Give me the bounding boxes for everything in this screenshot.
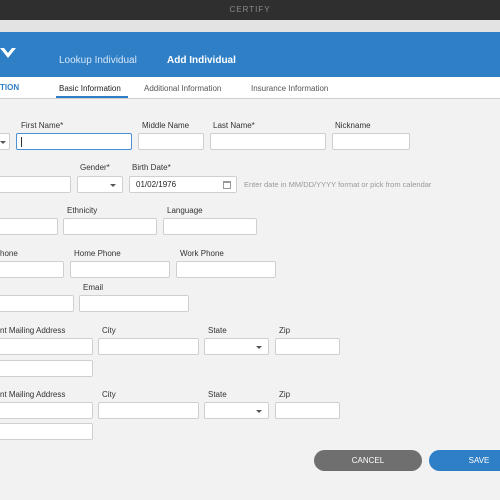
section-label: TION bbox=[0, 83, 20, 92]
work-phone-input[interactable] bbox=[176, 261, 276, 278]
title-spacer bbox=[0, 20, 500, 32]
tab-lookup-individual[interactable]: Lookup Individual bbox=[59, 55, 137, 66]
address-line2-input-1[interactable] bbox=[0, 360, 93, 377]
gender-select[interactable] bbox=[77, 176, 123, 193]
state-label-2: State bbox=[208, 390, 227, 399]
address-line1-input-1[interactable] bbox=[0, 338, 93, 355]
state-select-2[interactable] bbox=[204, 402, 269, 419]
tab-add-individual[interactable]: Add Individual bbox=[167, 55, 236, 66]
sub-navigation: TION Basic Information Additional Inform… bbox=[0, 77, 500, 99]
form-body: First Name* Middle Name Last Name* Nickn… bbox=[0, 99, 500, 500]
middle-name-input[interactable] bbox=[138, 133, 204, 150]
chevron-down-icon bbox=[0, 141, 6, 144]
add-individual-window: CERTIFY Lookup Individual Add Individual… bbox=[0, 0, 500, 500]
address-line1-input-2[interactable] bbox=[0, 402, 93, 419]
tab-additional-information[interactable]: Additional Information bbox=[144, 84, 221, 93]
race-input[interactable] bbox=[0, 218, 58, 235]
active-tab-indicator bbox=[56, 96, 128, 98]
last-name-label: Last Name* bbox=[213, 121, 255, 130]
chevron-down-icon bbox=[256, 410, 262, 413]
ethnicity-label: Ethnicity bbox=[67, 206, 98, 215]
state-select-1[interactable] bbox=[204, 338, 269, 355]
city-label-2: City bbox=[102, 390, 116, 399]
address-line2-input-2[interactable] bbox=[0, 423, 93, 440]
email-input[interactable] bbox=[79, 295, 189, 312]
ethnicity-input[interactable] bbox=[63, 218, 157, 235]
text-cursor bbox=[21, 137, 22, 147]
state-label-1: State bbox=[208, 326, 227, 335]
suffix-input[interactable] bbox=[0, 176, 71, 193]
cell-phone-label: hone bbox=[0, 249, 18, 258]
chevron-down-icon bbox=[110, 184, 116, 187]
birth-date-input[interactable]: 01/02/1976 bbox=[129, 176, 237, 193]
language-input[interactable] bbox=[163, 218, 257, 235]
calendar-icon[interactable] bbox=[223, 181, 231, 189]
zip-input-2[interactable] bbox=[275, 402, 340, 419]
tab-insurance-information[interactable]: Insurance Information bbox=[251, 84, 328, 93]
tab-basic-information[interactable]: Basic Information bbox=[59, 84, 121, 93]
save-button[interactable]: SAVE bbox=[429, 450, 500, 471]
certify-logo-icon bbox=[0, 48, 16, 58]
birth-date-hint: Enter date in MM/DD/YYYY format or pick … bbox=[244, 180, 432, 189]
work-phone-label: Work Phone bbox=[180, 249, 224, 258]
language-label: Language bbox=[167, 206, 203, 215]
chevron-down-icon bbox=[256, 346, 262, 349]
zip-input-1[interactable] bbox=[275, 338, 340, 355]
city-input-1[interactable] bbox=[98, 338, 199, 355]
address-label-2: nt Mailing Address bbox=[0, 390, 66, 399]
prefix-select[interactable] bbox=[0, 133, 10, 150]
city-label-1: City bbox=[102, 326, 116, 335]
window-title: CERTIFY bbox=[0, 0, 500, 20]
address-label-1: nt Mailing Address bbox=[0, 326, 66, 335]
first-name-label: First Name* bbox=[21, 121, 64, 130]
extra-input[interactable] bbox=[0, 295, 74, 312]
birth-date-value: 01/02/1976 bbox=[136, 180, 177, 189]
middle-name-label: Middle Name bbox=[142, 121, 190, 130]
cancel-button[interactable]: CANCEL bbox=[314, 450, 422, 471]
app-header: Lookup Individual Add Individual bbox=[0, 32, 500, 77]
zip-label-1: Zip bbox=[279, 326, 291, 335]
city-input-2[interactable] bbox=[98, 402, 199, 419]
nickname-label: Nickname bbox=[335, 121, 371, 130]
zip-label-2: Zip bbox=[279, 390, 291, 399]
first-name-input[interactable] bbox=[16, 133, 132, 150]
gender-label: Gender* bbox=[80, 163, 110, 172]
home-phone-input[interactable] bbox=[70, 261, 170, 278]
email-label: Email bbox=[83, 283, 104, 292]
cell-phone-input[interactable] bbox=[0, 261, 64, 278]
birth-date-label: Birth Date* bbox=[132, 163, 171, 172]
home-phone-label: Home Phone bbox=[74, 249, 121, 258]
last-name-input[interactable] bbox=[210, 133, 326, 150]
nickname-input[interactable] bbox=[332, 133, 410, 150]
